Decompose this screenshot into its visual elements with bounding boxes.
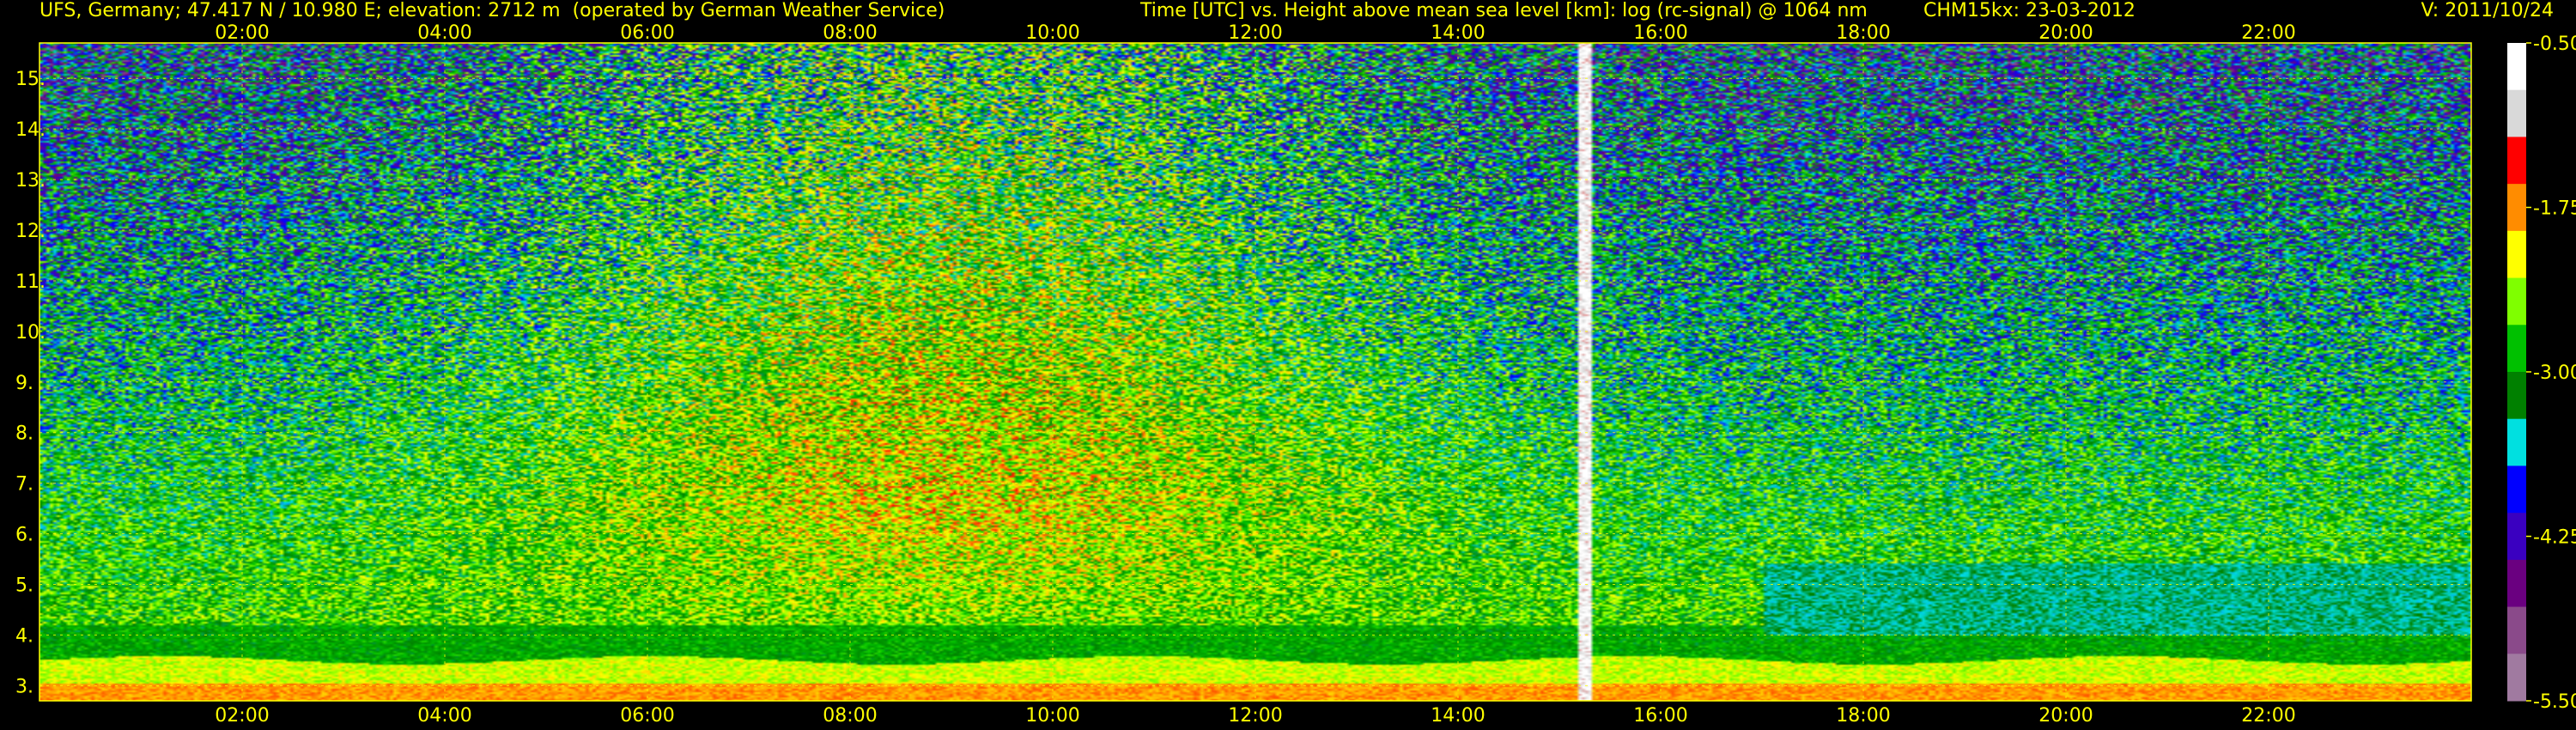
colorbar-tick-label: -3.00 — [2533, 362, 2576, 384]
x-tick-label-top: 16:00 — [1633, 22, 1687, 44]
y-tick-label: 9. — [15, 373, 33, 394]
colorbar-swatch — [2507, 137, 2526, 185]
colorbar-swatch — [2507, 465, 2526, 514]
colorbar-swatch — [2507, 325, 2526, 373]
y-tick-label: 14. — [15, 119, 46, 141]
x-tick-label-top: 08:00 — [823, 22, 877, 44]
colorbar-tick-label: -4.25 — [2533, 527, 2576, 549]
y-tick-label: 4. — [15, 625, 33, 647]
colorbar-swatch — [2507, 372, 2526, 420]
colorbar-swatch — [2507, 654, 2526, 702]
x-tick-label-top: 02:00 — [215, 22, 269, 44]
y-tick-label: 6. — [15, 525, 33, 546]
colorbar-swatch — [2507, 559, 2526, 608]
x-tick-label-bottom: 06:00 — [620, 705, 674, 727]
colorbar-swatch — [2507, 43, 2526, 91]
x-tick-label-top: 18:00 — [1836, 22, 1890, 44]
x-axis-top: 02:00 04:00 06:00 08:00 10:00 12:00 14:00 16:00… — [215, 22, 2295, 44]
x-tick-label-bottom: 02:00 — [215, 705, 269, 727]
x-tick-label-bottom: 16:00 — [1633, 705, 1687, 727]
colorbar-tick-label: -5.50 — [2533, 691, 2576, 713]
x-tick-label-top: 14:00 — [1431, 22, 1485, 44]
x-tick-label-bottom: 04:00 — [417, 705, 471, 727]
y-tick-label: 12. — [15, 221, 46, 242]
colorbar-swatch — [2507, 277, 2526, 325]
x-tick-label-bottom: 22:00 — [2241, 705, 2295, 727]
x-tick-label-top: 04:00 — [417, 22, 471, 44]
x-tick-label-bottom: 14:00 — [1431, 705, 1485, 727]
colorbar-swatch — [2507, 184, 2526, 232]
colorbar-swatch — [2507, 513, 2526, 561]
colorbar — [2507, 43, 2526, 702]
colorbar-swatch — [2507, 230, 2526, 279]
colorbar-tick-label: -0.50 — [2533, 33, 2576, 55]
colorbar-swatch — [2507, 606, 2526, 654]
colorbar-tick-label: -1.75 — [2533, 198, 2576, 220]
colorbar-swatch — [2507, 89, 2526, 137]
y-tick-label: 7. — [15, 474, 33, 496]
y-tick-label: 13. — [15, 170, 46, 192]
y-tick-label: 15. — [15, 69, 46, 90]
x-axis-bottom: 02:00 04:00 06:00 08:00 10:00 12:00 14:00 16:00… — [215, 705, 2295, 727]
x-tick-label-bottom: 12:00 — [1228, 705, 1282, 727]
x-tick-label-bottom: 10:00 — [1025, 705, 1079, 727]
y-tick-label: 3. — [15, 676, 33, 697]
x-tick-label-bottom: 18:00 — [1836, 705, 1890, 727]
x-tick-label-top: 22:00 — [2241, 22, 2295, 44]
y-tick-label: 11. — [15, 271, 46, 293]
x-tick-label-bottom: 20:00 — [2038, 705, 2093, 727]
colorbar-swatch — [2507, 418, 2526, 466]
x-tick-label-top: 10:00 — [1025, 22, 1079, 44]
y-tick-label: 5. — [15, 575, 33, 596]
y-tick-label: 8. — [15, 423, 33, 445]
x-tick-label-bottom: 08:00 — [823, 705, 877, 727]
colorbar-ticks: -0.50 -1.75 -3.00 -4.25 -5.50 — [2526, 33, 2576, 713]
x-tick-label-top: 12:00 — [1228, 22, 1282, 44]
x-tick-label-top: 20:00 — [2038, 22, 2093, 44]
ceilometer-chart: 02:00 04:00 06:00 08:00 10:00 12:00 14:00 16:00… — [15, 22, 2576, 727]
x-tick-label-top: 06:00 — [620, 22, 674, 44]
y-tick-label: 10. — [15, 322, 46, 344]
